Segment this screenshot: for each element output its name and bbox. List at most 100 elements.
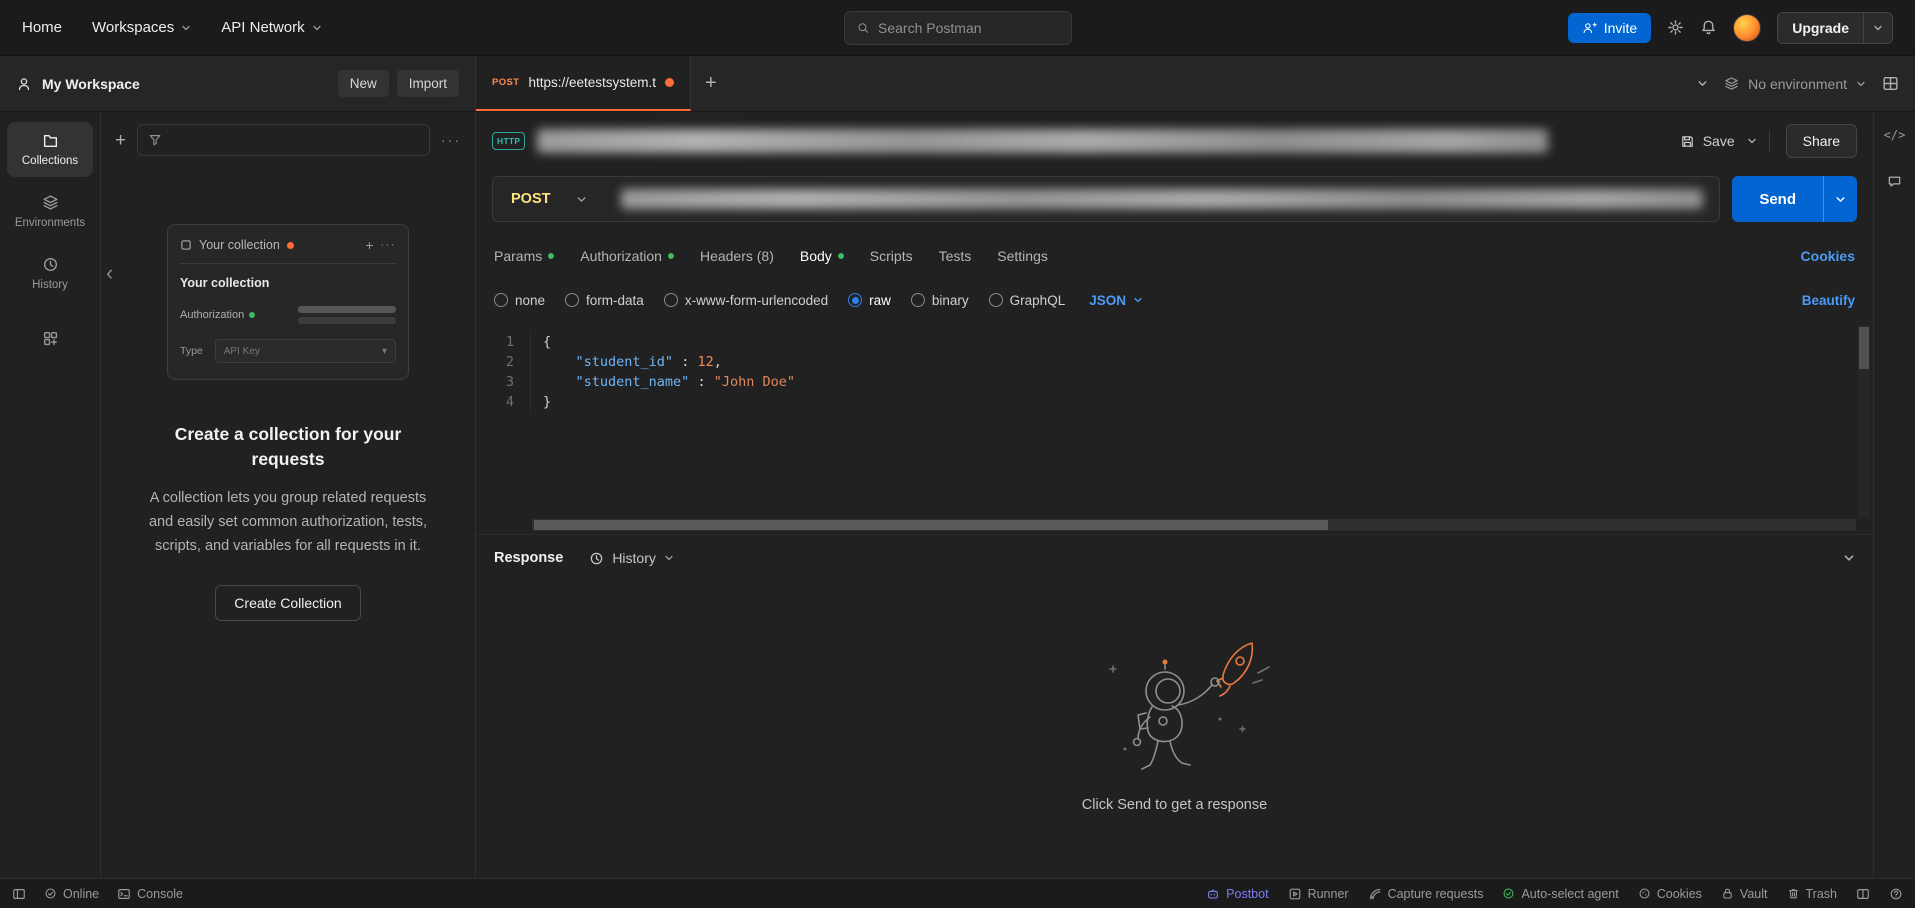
nav-api-network-label: API Network: [221, 19, 304, 36]
code-icon[interactable]: </>: [1884, 128, 1906, 142]
history-icon: [42, 256, 59, 273]
cookies-link[interactable]: Cookies: [1801, 248, 1855, 264]
mode-binary[interactable]: binary: [911, 293, 969, 308]
chevron-down-icon: [312, 23, 322, 33]
create-collection-button[interactable]: Create Collection: [215, 585, 360, 621]
send-split-button: Send: [1732, 176, 1857, 222]
code-line[interactable]: 1{: [476, 332, 1873, 352]
request-name-redacted[interactable]: [537, 129, 1547, 153]
topbar: Home Workspaces API Network Invite Up: [0, 0, 1915, 56]
send-options-icon[interactable]: [1823, 176, 1857, 222]
tab-body[interactable]: Body: [800, 248, 844, 264]
mode-label: none: [515, 293, 545, 308]
sidebar-empty-state: Your collection + ··· Your collection Au…: [101, 168, 475, 621]
search-bar[interactable]: [844, 11, 1072, 45]
auto-select-agent-button[interactable]: Auto-select agent: [1502, 887, 1618, 901]
nav-workspaces[interactable]: Workspaces: [92, 19, 191, 36]
new-button[interactable]: New: [338, 70, 389, 97]
sidebar-search-input[interactable]: [137, 124, 430, 156]
upgrade-dropdown-icon[interactable]: [1863, 13, 1892, 43]
tab-scripts[interactable]: Scripts: [870, 248, 913, 264]
mode-form-data[interactable]: form-data: [565, 293, 644, 308]
code-line[interactable]: 4}: [476, 392, 1873, 412]
tab-headers[interactable]: Headers (8): [700, 248, 774, 264]
sidebar-item-more-tools[interactable]: [7, 322, 93, 355]
toggle-sidebar-icon[interactable]: [12, 887, 26, 901]
collapse-sidebar-icon[interactable]: ‹: [106, 262, 113, 284]
mode-none[interactable]: none: [494, 293, 545, 308]
avatar[interactable]: [1733, 14, 1761, 42]
save-label: Save: [1703, 133, 1735, 149]
workspace-actions: New Import: [338, 70, 459, 97]
upgrade-split-button: Upgrade: [1777, 12, 1893, 44]
online-label: Online: [63, 887, 99, 901]
scrollbar-thumb[interactable]: [534, 520, 1328, 530]
mode-raw[interactable]: raw: [848, 293, 891, 308]
mock-collection-name: Your collection: [180, 276, 396, 290]
beautify-link[interactable]: Beautify: [1802, 293, 1855, 308]
send-button[interactable]: Send: [1732, 176, 1823, 222]
tabs-dropdown-icon[interactable]: [1697, 78, 1708, 89]
collapse-response-icon[interactable]: [1843, 552, 1855, 564]
notifications-icon[interactable]: [1700, 19, 1717, 36]
comments-icon[interactable]: [1887, 174, 1902, 189]
vault-button[interactable]: Vault: [1721, 887, 1768, 901]
workspace-title[interactable]: My Workspace: [42, 76, 140, 92]
scrollbar-thumb[interactable]: [1859, 327, 1869, 369]
request-tab[interactable]: POST https://eetestsystem.t: [476, 56, 691, 111]
add-collection-icon[interactable]: +: [115, 131, 126, 150]
environment-selector[interactable]: No environment: [1724, 76, 1866, 92]
topbar-actions: Invite Upgrade: [1568, 12, 1893, 44]
sidebar-more-icon[interactable]: ···: [441, 132, 461, 148]
tab-authorization[interactable]: Authorization: [580, 248, 674, 264]
save-button[interactable]: Save: [1680, 133, 1735, 149]
help-icon[interactable]: [1889, 887, 1903, 901]
url-input-redacted[interactable]: [621, 189, 1703, 209]
sidebar-item-environments[interactable]: Environments: [7, 184, 93, 239]
two-pane-icon[interactable]: [1856, 887, 1870, 901]
response-empty-state: Click Send to get a response: [476, 581, 1873, 878]
tab-label: Settings: [997, 248, 1048, 264]
green-dot: [668, 253, 674, 259]
plus-icon: +: [365, 237, 373, 253]
cookies-button[interactable]: Cookies: [1638, 887, 1702, 901]
postbot-button[interactable]: Postbot: [1206, 887, 1268, 901]
settings-icon[interactable]: [1667, 19, 1684, 36]
sidebar-item-history[interactable]: History: [7, 246, 93, 301]
share-button[interactable]: Share: [1786, 124, 1857, 158]
mode-graphql[interactable]: GraphQL: [989, 293, 1066, 308]
tab-tests[interactable]: Tests: [939, 248, 972, 264]
online-status[interactable]: Online: [44, 887, 99, 901]
editor-vertical-scrollbar[interactable]: [1858, 325, 1870, 517]
import-button[interactable]: Import: [397, 70, 459, 97]
tab-settings[interactable]: Settings: [997, 248, 1048, 264]
response-history-button[interactable]: History: [589, 550, 674, 566]
tab-params[interactable]: Params: [494, 248, 554, 264]
body-editor[interactable]: 1{2 "student_id" : 12,3 "student_name" :…: [476, 322, 1873, 534]
nav-api-network[interactable]: API Network: [221, 19, 321, 36]
trash-button[interactable]: Trash: [1787, 887, 1838, 901]
capture-requests-button[interactable]: Capture requests: [1368, 887, 1484, 901]
mode-x-www-form-urlencoded[interactable]: x-www-form-urlencoded: [664, 293, 828, 308]
console-button[interactable]: Console: [117, 887, 183, 901]
method-label: POST: [511, 191, 550, 207]
rail-label: Collections: [22, 155, 78, 167]
code-line[interactable]: 3 "student_name" : "John Doe": [476, 372, 1873, 392]
astronaut-illustration: [1070, 631, 1280, 781]
more-icon: ···: [381, 239, 397, 251]
language-selector[interactable]: JSON: [1089, 293, 1143, 308]
method-selector[interactable]: POST: [493, 177, 605, 221]
save-options-icon[interactable]: [1747, 136, 1757, 146]
trash-icon: [1787, 887, 1800, 900]
search-input[interactable]: [878, 20, 1058, 36]
sidebar-item-collections[interactable]: Collections: [7, 122, 93, 177]
new-tab-button[interactable]: +: [691, 72, 731, 95]
runner-button[interactable]: Runner: [1288, 887, 1349, 901]
editor-horizontal-scrollbar[interactable]: [532, 519, 1856, 531]
unsaved-dot: [287, 242, 294, 249]
code-line[interactable]: 2 "student_id" : 12,: [476, 352, 1873, 372]
upgrade-button[interactable]: Upgrade: [1778, 13, 1863, 43]
nav-home[interactable]: Home: [22, 19, 62, 36]
invite-button[interactable]: Invite: [1568, 13, 1651, 43]
environment-quick-look-icon[interactable]: [1882, 75, 1899, 92]
